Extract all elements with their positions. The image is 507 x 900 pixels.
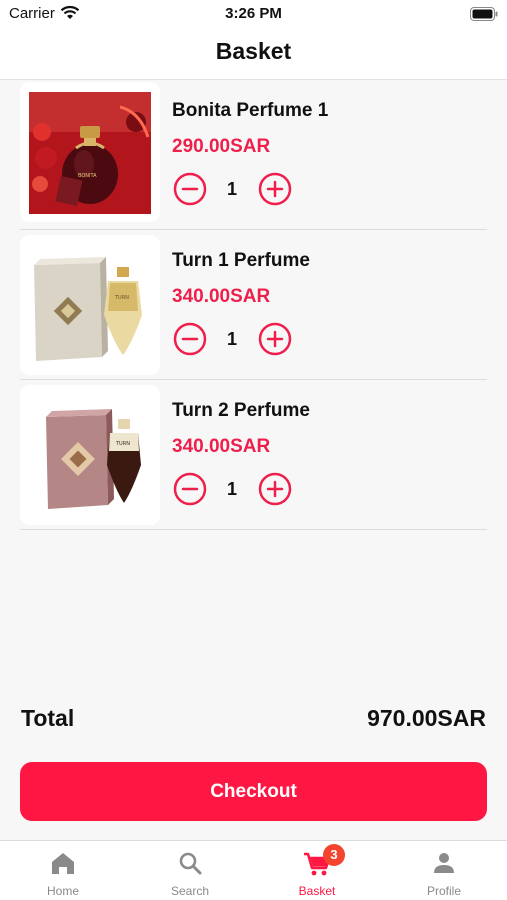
tab-label: Search bbox=[170, 884, 210, 898]
home-icon bbox=[50, 851, 76, 880]
tab-label: Profile bbox=[426, 884, 461, 898]
svg-text:BONITA: BONITA bbox=[78, 173, 97, 179]
product-price: 340.00SAR bbox=[172, 436, 271, 457]
product-price: 340.00SAR bbox=[172, 286, 271, 307]
product-image[interactable]: TURN bbox=[20, 235, 160, 375]
nav-bar: Basket bbox=[0, 28, 507, 80]
product-name: Bonita Perfume 1 bbox=[172, 100, 329, 121]
status-time: 3:26 PM bbox=[225, 5, 282, 22]
cart-count-badge: 3 bbox=[323, 844, 345, 866]
search-icon bbox=[178, 851, 202, 880]
decrease-quantity-button[interactable] bbox=[173, 172, 207, 206]
decrease-quantity-button[interactable] bbox=[173, 472, 207, 506]
person-icon bbox=[432, 851, 456, 880]
quantity-value: 1 bbox=[226, 179, 237, 199]
increase-quantity-button[interactable] bbox=[258, 472, 292, 506]
basket-item: TURN Turn 2 Perfume 340.00SAR 1 bbox=[20, 380, 487, 530]
tab-profile[interactable]: Profile bbox=[381, 841, 507, 900]
increase-quantity-button[interactable] bbox=[258, 322, 292, 356]
product-price: 290.00SAR bbox=[172, 136, 271, 157]
quantity-value: 1 bbox=[226, 329, 237, 349]
basket-item: BONITA Bonita Perfume 1 290.00SAR 1 bbox=[20, 80, 487, 230]
decrease-quantity-button[interactable] bbox=[173, 322, 207, 356]
tab-label: Home bbox=[46, 884, 79, 898]
product-name: Turn 2 Perfume bbox=[172, 400, 310, 421]
tab-basket[interactable]: 3 Basket bbox=[254, 841, 380, 900]
tab-home[interactable]: Home bbox=[0, 841, 126, 900]
tab-search[interactable]: Search bbox=[127, 841, 253, 900]
quantity-value: 1 bbox=[226, 479, 237, 499]
status-bar: Carrier 3:26 PM bbox=[0, 0, 507, 28]
increase-quantity-button[interactable] bbox=[258, 172, 292, 206]
product-image[interactable]: TURN bbox=[20, 385, 160, 525]
product-image[interactable]: BONITA bbox=[20, 82, 160, 222]
page-title: Basket bbox=[215, 38, 292, 64]
svg-text:TURN: TURN bbox=[114, 295, 129, 301]
tab-bar: Home Search 3 Basket Profile bbox=[0, 840, 507, 900]
battery-icon bbox=[470, 7, 498, 26]
total-value: 970.00SAR bbox=[367, 705, 486, 731]
product-name: Turn 1 Perfume bbox=[172, 250, 310, 271]
svg-text:TURN: TURN bbox=[115, 441, 130, 447]
tab-label: Basket bbox=[298, 884, 336, 898]
checkout-button[interactable]: Checkout bbox=[20, 762, 487, 821]
basket-item: TURN Turn 1 Perfume 340.00SAR 1 bbox=[20, 230, 487, 380]
total-label: Total bbox=[21, 705, 75, 731]
